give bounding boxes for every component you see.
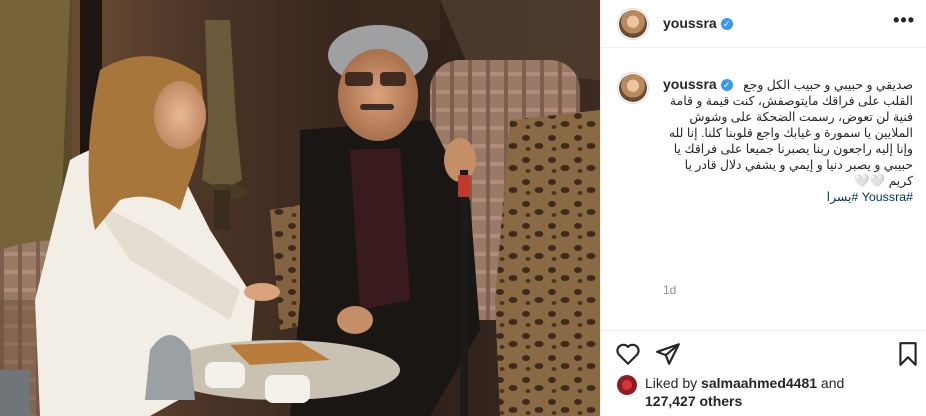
paper-plane-icon[interactable] (655, 341, 681, 367)
post-header: youssra ✓ ••• (601, 0, 926, 48)
post-photo[interactable] (0, 0, 600, 416)
author-avatar[interactable] (617, 8, 649, 40)
liker-username[interactable]: salmaahmed4481 (701, 375, 817, 391)
liker-avatar[interactable] (617, 375, 637, 395)
caption-avatar-image (619, 74, 647, 102)
caption-text: القلب على فراقك مايتوصفش، كنت قيمة و قام… (668, 94, 913, 188)
author-username[interactable]: youssra ✓ (663, 15, 733, 31)
post-side-panel: youssra ✓ ••• youssra ✓ صديقي و حبيبي و حب… (600, 0, 926, 416)
post-timestamp[interactable]: 1d (663, 283, 676, 297)
caption-username[interactable]: youssra ✓ (663, 76, 733, 92)
caption-row: youssra ✓ صديقي و حبيبي و حبيب الكل وجع ا… (601, 64, 926, 297)
verified-badge-icon: ✓ (720, 18, 733, 30)
caption-verified-badge-icon: ✓ (720, 79, 733, 91)
bookmark-icon[interactable] (895, 341, 921, 367)
more-options-icon[interactable]: ••• (893, 10, 915, 31)
post-actions (601, 330, 926, 370)
likes-count[interactable]: 127,427 others (645, 393, 742, 409)
author-avatar-image (619, 10, 647, 38)
likes-text: Liked by salmaahmed4481 and 127,427 othe… (645, 374, 844, 410)
likes-joiner: and (817, 375, 845, 391)
caption-avatar[interactable] (617, 72, 649, 104)
caption: youssra ✓ صديقي و حبيبي و حبيب الكل وجع ا… (663, 76, 913, 205)
author-username-text[interactable]: youssra (663, 15, 717, 31)
post-photo-image (0, 0, 600, 416)
likes-prefix: Liked by (645, 375, 702, 391)
caption-line-first: صديقي و حبيبي و حبيب الكل وجع (743, 78, 913, 92)
caption-hashtags[interactable]: #Youssra #يسرا (663, 189, 913, 205)
caption-username-text[interactable]: youssra (663, 76, 717, 92)
heart-icon[interactable] (615, 341, 641, 367)
